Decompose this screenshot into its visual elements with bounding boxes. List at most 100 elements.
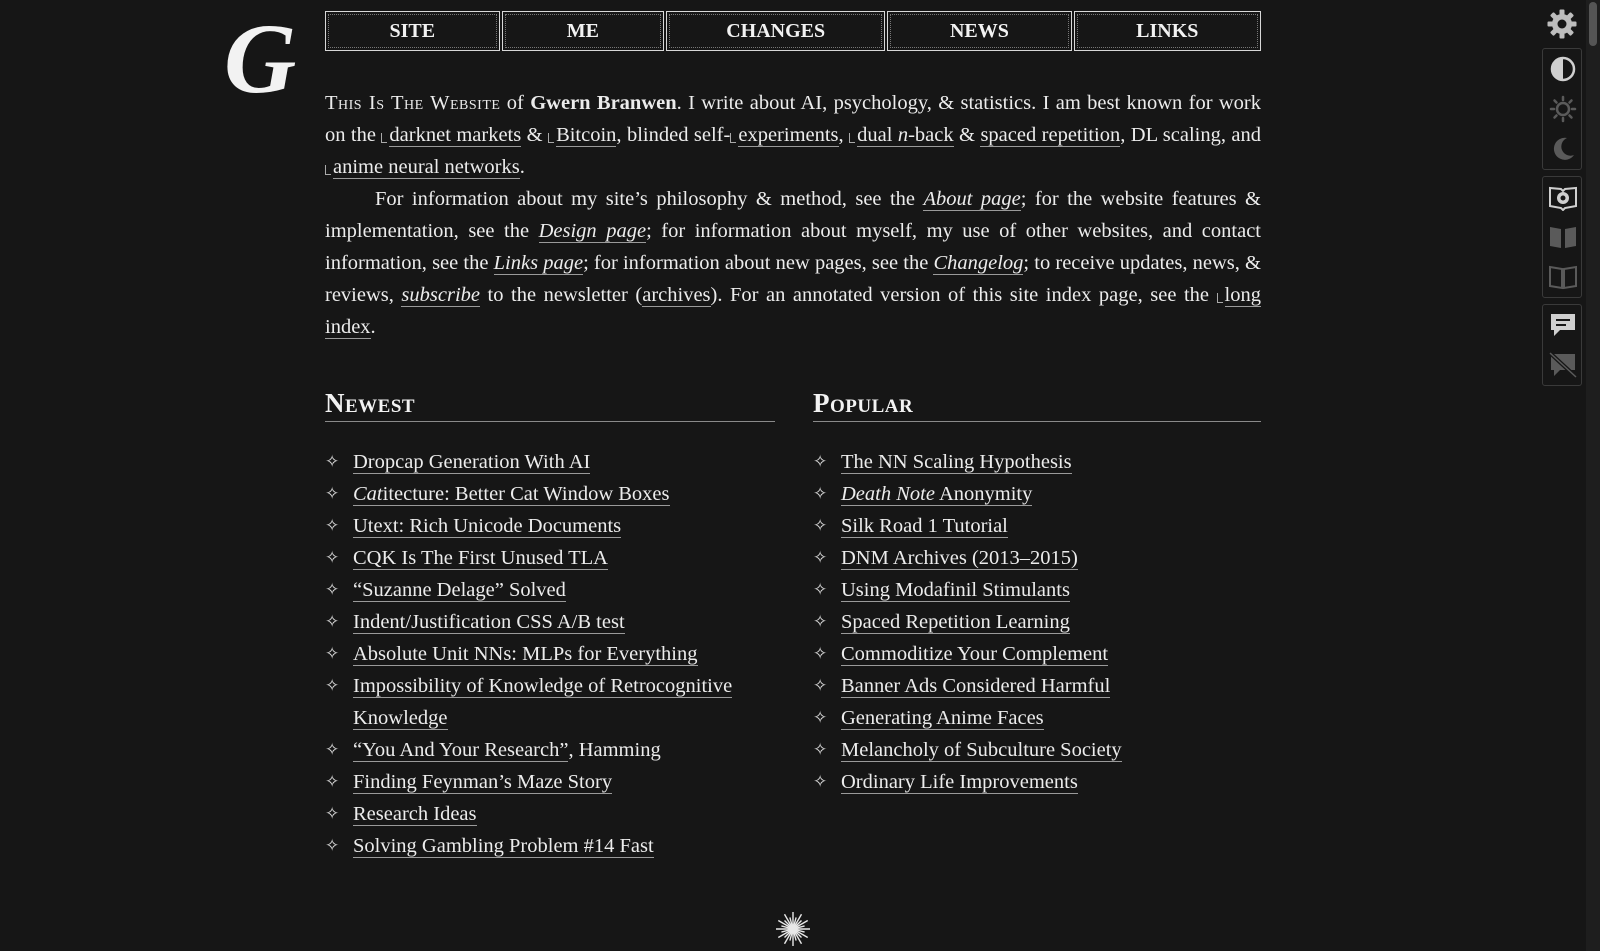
link-text-italic: n — [897, 124, 909, 146]
newest-link[interactable]: “Suzanne Delage” Solved — [353, 579, 566, 602]
link-text: Anonymity — [934, 483, 1033, 505]
link-text: Generating Anime Faces — [841, 707, 1044, 729]
nav-me[interactable]: ME — [501, 11, 665, 51]
popular-link[interactable]: Generating Anime Faces — [841, 707, 1044, 730]
link-text: itecture: Better Cat Window Boxes — [382, 483, 670, 505]
popular-item: ✧ Commoditize Your Complement — [813, 638, 1261, 670]
page-scrollbar[interactable] — [1586, 0, 1600, 951]
popular-link[interactable]: Ordinary Life Improvements — [841, 771, 1078, 794]
popular-link[interactable]: Death Note Anonymity — [841, 483, 1033, 506]
popular-item: ✧ The NN Scaling Hypothesis — [813, 446, 1261, 478]
intro-text: ). For an annotated version of this site… — [710, 284, 1217, 306]
link-links-page[interactable]: Links page — [493, 252, 584, 275]
reader-off-button[interactable] — [1543, 257, 1583, 297]
bullet-icon: ✧ — [813, 676, 828, 695]
newest-link[interactable]: Solving Gambling Problem #14 Fast — [353, 835, 654, 858]
newest-link[interactable]: Research Ideas — [353, 803, 477, 826]
reader-group — [1542, 176, 1582, 298]
newest-item: ✧ Dropcap Generation With AI — [325, 446, 775, 478]
popular-list: ✧ The NN Scaling Hypothesis ✧ Death Note An… — [813, 446, 1261, 798]
popular-link[interactable]: Commoditize Your Complement — [841, 643, 1109, 666]
link-text: Research Ideas — [353, 803, 477, 825]
popular-item: ✧ Banner Ads Considered Harmful — [813, 670, 1261, 702]
intro-text: & — [521, 124, 549, 146]
scrollbar-thumb[interactable] — [1589, 2, 1597, 46]
link-darknet-markets[interactable]: darknet markets — [389, 124, 522, 147]
annotation-mark-icon — [325, 165, 331, 175]
link-text: dual — [857, 124, 898, 146]
bullet-icon: ✧ — [813, 548, 828, 567]
nav-news[interactable]: NEWS — [887, 11, 1072, 51]
newest-link[interactable]: Indent/Justification CSS A/B test — [353, 611, 625, 634]
newest-link[interactable]: Absolute Unit NNs: MLPs for Everything — [353, 643, 698, 666]
annotation-mark-icon — [1216, 293, 1223, 303]
link-bitcoin[interactable]: Bitcoin — [556, 124, 617, 147]
newest-list: ✧ Dropcap Generation With AI ✧ Catitecture:… — [325, 446, 775, 862]
newest-link[interactable]: Utext: Rich Unicode Documents — [353, 515, 622, 538]
intro-text: For information about my site’s philosop… — [375, 188, 924, 210]
link-text: “Suzanne Delage” Solved — [353, 579, 566, 601]
site-logo[interactable]: G — [222, 12, 308, 108]
link-archives[interactable]: archives — [642, 284, 711, 307]
bullet-icon: ✧ — [325, 580, 340, 599]
bullet-icon: ✧ — [325, 516, 340, 535]
popular-link[interactable]: Spaced Repetition Learning — [841, 611, 1070, 634]
intro-text: of — [500, 92, 531, 114]
popular-link[interactable]: The NN Scaling Hypothesis — [841, 451, 1072, 474]
newest-link[interactable]: Impossibility of Knowledge of Retrocogni… — [353, 675, 733, 730]
top-nav: SITE ME CHANGES NEWS LINKS — [325, 11, 1261, 51]
popular-item: ✧ Using Modafinil Stimulants — [813, 574, 1261, 606]
popular-link[interactable]: Banner Ads Considered Harmful — [841, 675, 1111, 698]
bullet-icon: ✧ — [325, 804, 340, 823]
intro-paragraph-2: For information about my site’s philosop… — [325, 183, 1261, 343]
page-toolbar — [1542, 4, 1582, 392]
link-experiments[interactable]: experiments — [738, 124, 839, 147]
nav-changes[interactable]: CHANGES — [666, 11, 886, 51]
popular-link[interactable]: Using Modafinil Stimulants — [841, 579, 1070, 602]
newest-item: ✧ Impossibility of Knowledge of Retrocogn… — [325, 670, 775, 734]
annotation-mark-icon — [548, 133, 555, 143]
popular-link[interactable]: Silk Road 1 Tutorial — [841, 515, 1008, 538]
popups-off-button[interactable] — [1543, 345, 1583, 385]
link-text: Solving Gambling Problem #14 Fast — [353, 835, 654, 857]
newest-link[interactable]: Finding Feynman’s Maze Story — [353, 771, 613, 794]
bullet-icon: ✧ — [813, 772, 828, 791]
theme-dark-button[interactable] — [1543, 129, 1583, 169]
toolbar-toggle[interactable] — [1542, 4, 1582, 44]
link-text: Commoditize Your Complement — [841, 643, 1109, 665]
intro-section: This Is The Website of Gwern Branwen. I … — [325, 87, 1261, 343]
popular-link[interactable]: DNM Archives (2013–2015) — [841, 547, 1078, 570]
theme-light-button[interactable] — [1543, 89, 1583, 129]
link-text: Silk Road 1 Tutorial — [841, 515, 1008, 537]
sun-icon — [1549, 95, 1577, 123]
link-design-page[interactable]: Design page — [538, 220, 647, 243]
reader-on-button[interactable] — [1543, 217, 1583, 257]
intro-text: & — [953, 124, 981, 146]
intro-text: . — [519, 156, 525, 178]
bullet-icon: ✧ — [813, 516, 828, 535]
newest-link[interactable]: “You And Your Research” — [353, 739, 569, 762]
intro-text: , — [838, 124, 850, 146]
popups-on-button[interactable] — [1543, 305, 1583, 345]
theme-auto-button[interactable] — [1543, 49, 1583, 89]
link-changelog[interactable]: Changelog — [933, 252, 1024, 275]
link-subscribe[interactable]: subscribe — [401, 284, 480, 307]
intro-paragraph: This Is The Website of Gwern Branwen. I … — [325, 87, 1261, 183]
newest-section: Newest ✧ Dropcap Generation With AI ✧ Catit… — [325, 388, 775, 862]
newest-link[interactable]: Dropcap Generation With AI — [353, 451, 591, 474]
link-about-page[interactable]: About page — [923, 188, 1021, 211]
link-anime-neural-networks[interactable]: anime neural networks — [333, 156, 520, 179]
nav-site[interactable]: SITE — [325, 11, 500, 51]
intro-text: . — [370, 316, 376, 338]
popular-section: Popular ✧ The NN Scaling Hypothesis ✧ Death… — [813, 388, 1261, 798]
newest-item: ✧ Solving Gambling Problem #14 Fast — [325, 830, 775, 862]
nav-links[interactable]: LINKS — [1073, 11, 1261, 51]
link-text: Banner Ads Considered Harmful — [841, 675, 1111, 697]
newest-link[interactable]: CQK Is The First Unused TLA — [353, 547, 608, 570]
reader-auto-button[interactable] — [1543, 177, 1583, 217]
popular-link[interactable]: Melancholy of Subculture Society — [841, 739, 1122, 762]
annotation-mark-icon — [381, 133, 388, 143]
link-spaced-repetition[interactable]: spaced repetition — [980, 124, 1121, 147]
link-dual-n-back[interactable]: dual n-back — [857, 124, 954, 147]
newest-link[interactable]: Catitecture: Better Cat Window Boxes — [353, 483, 670, 506]
